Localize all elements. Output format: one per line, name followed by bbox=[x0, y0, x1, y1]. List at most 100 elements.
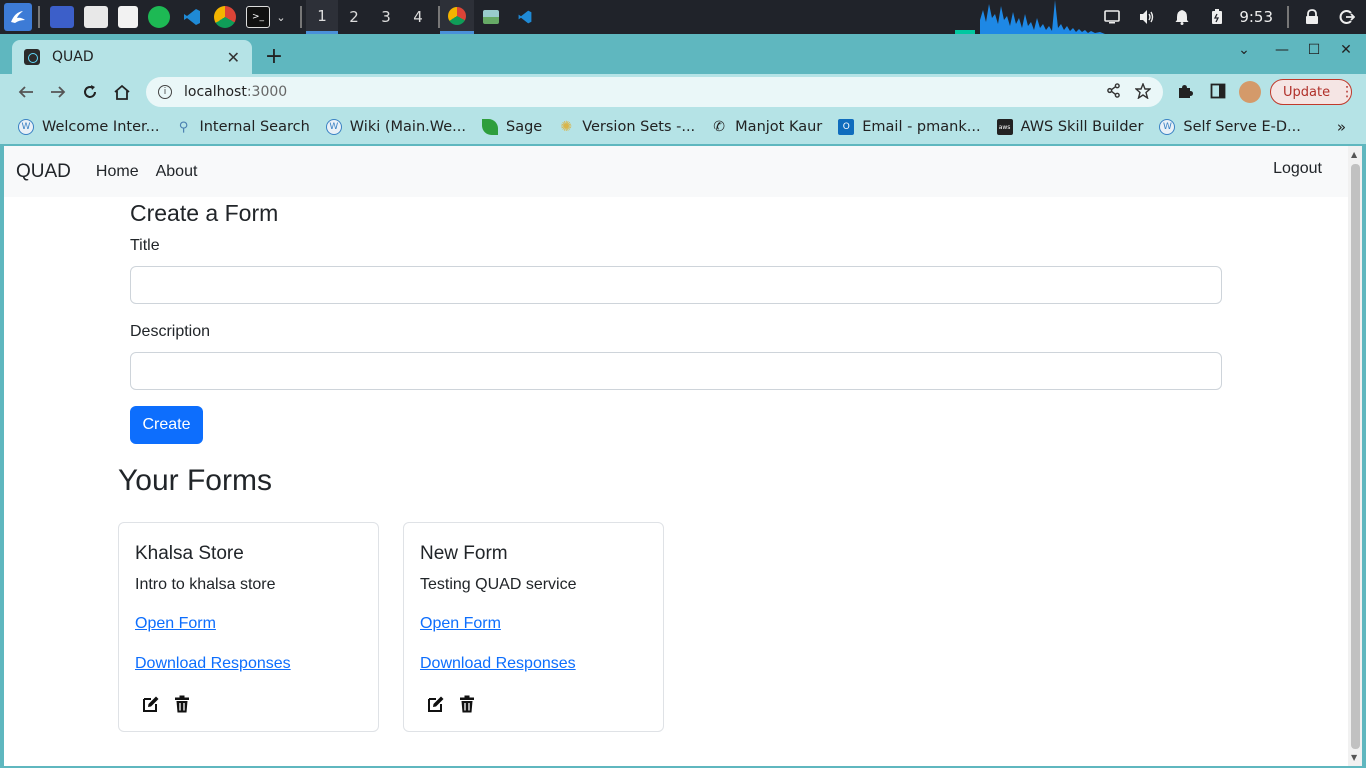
edit-icon[interactable] bbox=[427, 695, 445, 713]
workspace-1[interactable]: 1 bbox=[306, 0, 338, 34]
more-bookmarks-chevron-icon[interactable]: » bbox=[1337, 118, 1346, 136]
open-form-link[interactable]: Open Form bbox=[420, 615, 501, 633]
create-form-heading: Create a Form bbox=[130, 200, 279, 226]
update-button[interactable]: Update ⋮ bbox=[1270, 79, 1354, 105]
title-input[interactable] bbox=[130, 266, 1222, 304]
download-responses-link[interactable]: Download Responses bbox=[135, 655, 291, 673]
scrollbar-thumb[interactable] bbox=[1351, 164, 1360, 749]
forward-arrow-icon[interactable] bbox=[48, 82, 68, 102]
address-bar[interactable]: i localhost:3000 bbox=[146, 77, 1163, 107]
extensions-puzzle-icon[interactable] bbox=[1177, 83, 1193, 103]
system-tray: 9:53 bbox=[1099, 0, 1366, 34]
bookmark-item[interactable]: Sage bbox=[481, 119, 543, 135]
terminal-icon[interactable]: >_ bbox=[246, 6, 270, 28]
bookmark-item[interactable]: aws AWS Skill Builder bbox=[996, 119, 1143, 135]
bookmark-item[interactable]: O Email - pmank... bbox=[838, 119, 981, 135]
create-button[interactable]: Create bbox=[130, 406, 203, 444]
bookmark-label: Version Sets -... bbox=[582, 119, 696, 135]
edit-icon[interactable] bbox=[142, 695, 160, 713]
url-port: :3000 bbox=[246, 84, 288, 100]
notification-bell-icon[interactable] bbox=[1169, 7, 1195, 27]
form-card-actions bbox=[142, 695, 190, 713]
open-form-link[interactable]: Open Form bbox=[135, 615, 216, 633]
bookmark-item[interactable]: ✆ Manjot Kaur bbox=[711, 119, 822, 135]
page-scrollbar[interactable]: ▲ ▼ bbox=[1348, 146, 1362, 766]
leaf-icon bbox=[481, 119, 498, 135]
bookmark-label: Welcome Inter... bbox=[42, 119, 160, 135]
minimize-button[interactable]: — bbox=[1272, 42, 1292, 58]
your-forms-heading: Your Forms bbox=[118, 464, 272, 497]
workspace-4[interactable]: 4 bbox=[402, 0, 434, 34]
brand-logo[interactable]: QUAD bbox=[16, 161, 71, 183]
battery-icon[interactable] bbox=[1204, 7, 1230, 27]
scroll-down-arrow-icon[interactable]: ▼ bbox=[1351, 753, 1357, 762]
taskbar-separator bbox=[1287, 6, 1289, 28]
tab-search-chevron-icon[interactable]: ⌄ bbox=[1234, 42, 1254, 58]
bookmark-label: Internal Search bbox=[199, 119, 310, 135]
nav-home-link[interactable]: Home bbox=[96, 163, 139, 181]
terminal-prompt-icon: >_ bbox=[251, 12, 265, 22]
home-icon[interactable] bbox=[112, 82, 132, 102]
back-arrow-icon[interactable] bbox=[16, 82, 36, 102]
reload-icon[interactable] bbox=[80, 82, 100, 102]
bookmark-item[interactable]: W Welcome Inter... bbox=[18, 119, 159, 135]
bookmark-item[interactable]: W Wiki (Main.We... bbox=[325, 119, 466, 135]
volume-icon[interactable] bbox=[1134, 7, 1160, 27]
taskbar-vscode-window[interactable] bbox=[508, 0, 542, 34]
title-label: Title bbox=[130, 237, 160, 254]
vscode-icon[interactable] bbox=[180, 6, 204, 28]
form-card-description: Intro to khalsa store bbox=[135, 576, 276, 593]
taskbar-image-viewer-window[interactable] bbox=[474, 0, 508, 34]
taskbar-chrome-window[interactable] bbox=[440, 0, 474, 34]
nav-about-link[interactable]: About bbox=[156, 163, 198, 181]
share-icon[interactable] bbox=[1106, 83, 1121, 103]
new-tab-button[interactable]: + bbox=[262, 44, 286, 69]
chrome-icon[interactable] bbox=[214, 6, 236, 28]
bookmark-item[interactable]: ✺ Version Sets -... bbox=[558, 119, 695, 135]
taskbar-separator bbox=[38, 6, 40, 28]
app-launcher-icon[interactable] bbox=[4, 3, 32, 31]
lock-icon[interactable] bbox=[1299, 7, 1325, 27]
outlook-icon: O bbox=[838, 119, 855, 135]
workspace-3[interactable]: 3 bbox=[370, 0, 402, 34]
taskbar-separator bbox=[300, 6, 302, 28]
logout-power-icon[interactable] bbox=[1334, 7, 1360, 27]
clock[interactable]: 9:53 bbox=[1239, 8, 1273, 26]
form-card-description: Testing QUAD service bbox=[420, 576, 577, 593]
tab-strip: QUAD ✕ + ⌄ — ☐ ✕ bbox=[0, 36, 1366, 74]
browser-toolbar: i localhost:3000 Update ⋮ bbox=[0, 74, 1366, 110]
bookmark-item[interactable]: ⚲ Internal Search bbox=[175, 119, 310, 135]
more-menu-icon[interactable]: ⋮ bbox=[1340, 84, 1354, 100]
close-window-button[interactable]: ✕ bbox=[1336, 42, 1356, 58]
app-navbar: QUAD Home About Logout bbox=[4, 146, 1348, 197]
logout-link[interactable]: Logout bbox=[1273, 160, 1322, 178]
chevron-down-icon[interactable]: ⌄ bbox=[274, 6, 288, 28]
side-panel-icon[interactable] bbox=[1210, 83, 1226, 103]
spotify-icon[interactable] bbox=[148, 6, 170, 28]
desktop-icon[interactable] bbox=[50, 6, 74, 28]
tab-title: QUAD bbox=[52, 49, 94, 65]
file-manager-icon[interactable] bbox=[84, 6, 108, 28]
bookmark-item[interactable]: W Self Serve E-D... bbox=[1159, 119, 1301, 135]
profile-avatar[interactable] bbox=[1239, 81, 1261, 103]
maximize-button[interactable]: ☐ bbox=[1304, 42, 1324, 58]
description-input[interactable] bbox=[130, 352, 1222, 390]
workspace-2[interactable]: 2 bbox=[338, 0, 370, 34]
bookmark-label: Email - pmank... bbox=[862, 119, 981, 135]
text-editor-icon[interactable] bbox=[118, 6, 138, 28]
scroll-up-arrow-icon[interactable]: ▲ bbox=[1351, 150, 1357, 159]
bookmark-star-icon[interactable] bbox=[1134, 82, 1152, 103]
aws-icon: aws bbox=[996, 119, 1013, 135]
close-tab-icon[interactable]: ✕ bbox=[227, 48, 240, 67]
bookmark-label: Self Serve E-D... bbox=[1183, 119, 1301, 135]
download-responses-link[interactable]: Download Responses bbox=[420, 655, 576, 673]
display-icon[interactable] bbox=[1099, 7, 1125, 27]
trash-icon[interactable] bbox=[174, 695, 190, 713]
update-label: Update bbox=[1283, 84, 1331, 100]
network-activity-graph bbox=[955, 0, 1105, 34]
site-info-icon[interactable]: i bbox=[158, 85, 172, 99]
browser-tab-quad[interactable]: QUAD ✕ bbox=[12, 40, 252, 74]
bookmark-label: Sage bbox=[505, 119, 543, 135]
trash-icon[interactable] bbox=[459, 695, 475, 713]
wiki-icon: W bbox=[325, 119, 342, 135]
